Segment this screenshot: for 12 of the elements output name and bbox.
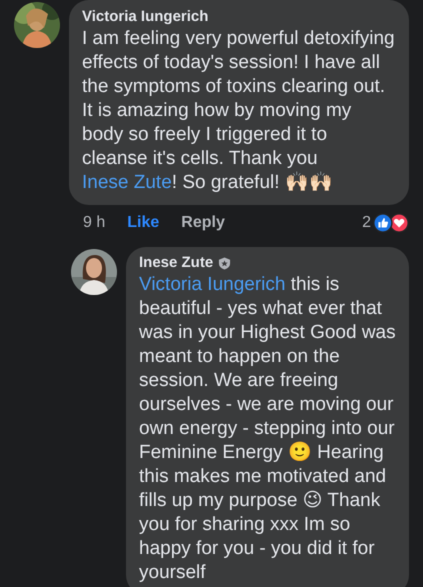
mention-link[interactable]: Inese Zute [82, 172, 172, 193]
reply-link[interactable]: Reply [181, 214, 225, 232]
reaction-count: 2 [362, 214, 371, 232]
author-name[interactable]: Victoria Iungerich [82, 8, 208, 26]
comment-text: Victoria Iungerich this is beautiful - yes what ever that was in your Highest Good was meant to happen on the session. We are freeing ourselves - we are moving our own energy - stepping into our Feminine Energy 🙂 Hearing this makes me motivated and fills up my purpose 😉 Thank you for sharing xxx Im so happy for you - you did it for yourself [139, 273, 396, 585]
timestamp: 9 h [83, 214, 106, 232]
author-name[interactable]: Inese Zute [139, 254, 214, 272]
comment-text: I am feeling very powerful detoxifying effects of today's session! I have all the symptoms of toxins clearing out. It is amazing how by moving my body so freely I triggered it to cleanse it's cells. Thank you Inese Zute! So grateful! 🙌🏻🙌🏻 [82, 27, 396, 195]
like-link[interactable]: Like [127, 214, 160, 232]
shield-badge-icon [218, 256, 232, 270]
mention-link[interactable]: Victoria Iungerich [139, 274, 286, 295]
reaction-icons [373, 213, 409, 233]
